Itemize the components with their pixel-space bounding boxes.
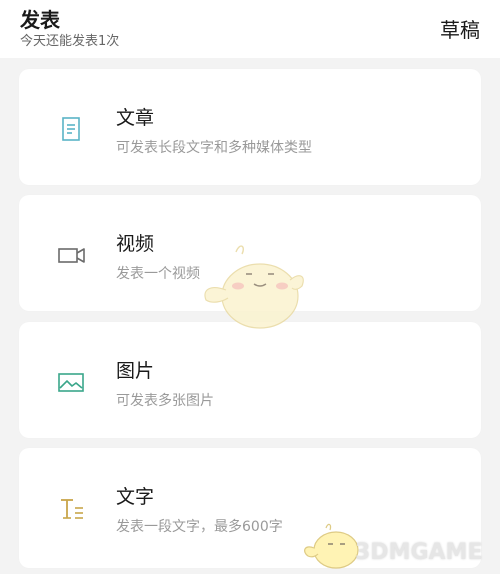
image-option-desc: 可发表多张图片: [116, 393, 214, 409]
text-option-desc: 发表一段文字，最多600字: [116, 519, 283, 535]
article-option-card[interactable]: 文章 可发表长段文字和多种媒体类型: [19, 69, 481, 185]
image-option-card[interactable]: 图片 可发表多张图片: [19, 322, 481, 438]
article-icon: [62, 117, 80, 141]
text-icon: [61, 499, 83, 519]
video-camera-icon: [58, 248, 85, 263]
drafts-button[interactable]: 草稿: [440, 14, 480, 43]
page-title: 发表: [20, 8, 60, 32]
video-option-label: 视频: [116, 233, 155, 255]
image-option-label: 图片: [116, 360, 155, 382]
publish-quota-text: 今天还能发表1次: [20, 34, 120, 49]
video-option-desc: 发表一个视频: [116, 266, 200, 282]
article-option-desc: 可发表长段文字和多种媒体类型: [116, 140, 312, 156]
article-option-label: 文章: [116, 107, 155, 129]
text-option-label: 文字: [116, 486, 155, 508]
mascot-watermark-image: [204, 245, 304, 329]
watermark-logo-text: 3DMGAME: [355, 540, 483, 565]
header: 发表 今天还能发表1次 草稿: [0, 0, 500, 58]
image-icon: [58, 373, 84, 392]
